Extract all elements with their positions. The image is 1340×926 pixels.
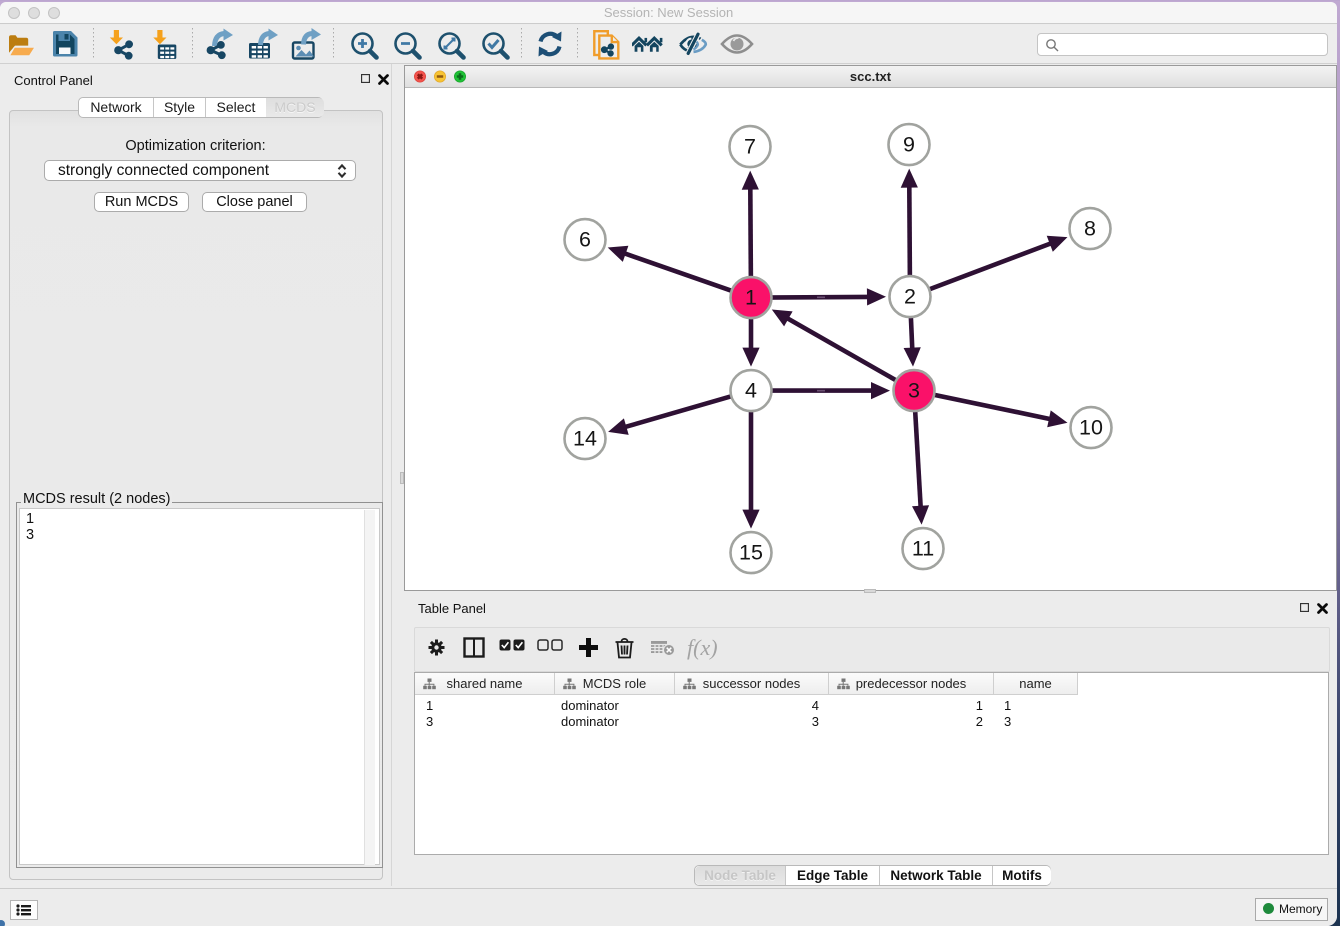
svg-text:1: 1 <box>745 286 757 310</box>
svg-text:15: 15 <box>739 541 763 565</box>
svg-text:4: 4 <box>745 379 757 403</box>
svg-text:8: 8 <box>1084 217 1096 241</box>
svg-text:2: 2 <box>904 285 916 309</box>
svg-text:6: 6 <box>579 228 591 252</box>
svg-text:7: 7 <box>744 135 756 159</box>
svg-text:11: 11 <box>912 537 934 561</box>
svg-text:10: 10 <box>1079 416 1103 440</box>
svg-text:14: 14 <box>573 427 597 451</box>
svg-text:9: 9 <box>903 133 915 157</box>
svg-text:3: 3 <box>908 379 920 403</box>
